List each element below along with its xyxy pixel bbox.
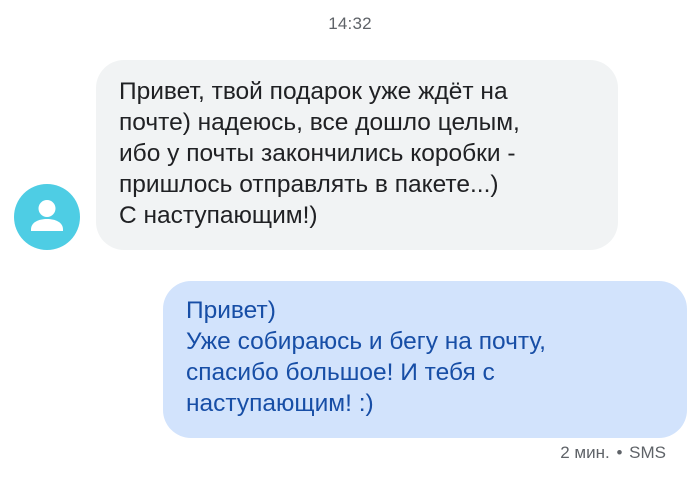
message-type-label: SMS [629,443,666,462]
message-timestamp: 14:32 [328,14,372,33]
contact-avatar[interactable] [14,184,80,250]
outgoing-message-bubble[interactable]: Привет) Уже собираюсь и бегу на почту, с… [163,281,687,438]
conversation-screen: 14:32 Привет, твой подарок уже ждёт на п… [0,0,700,477]
person-icon [31,200,63,231]
message-time-ago: 2 мин. [560,443,610,462]
message-status: 2 мин. • SMS [560,443,666,463]
incoming-message-bubble[interactable]: Привет, твой подарок уже ждёт на почте) … [96,60,618,250]
status-separator: • [616,443,623,462]
